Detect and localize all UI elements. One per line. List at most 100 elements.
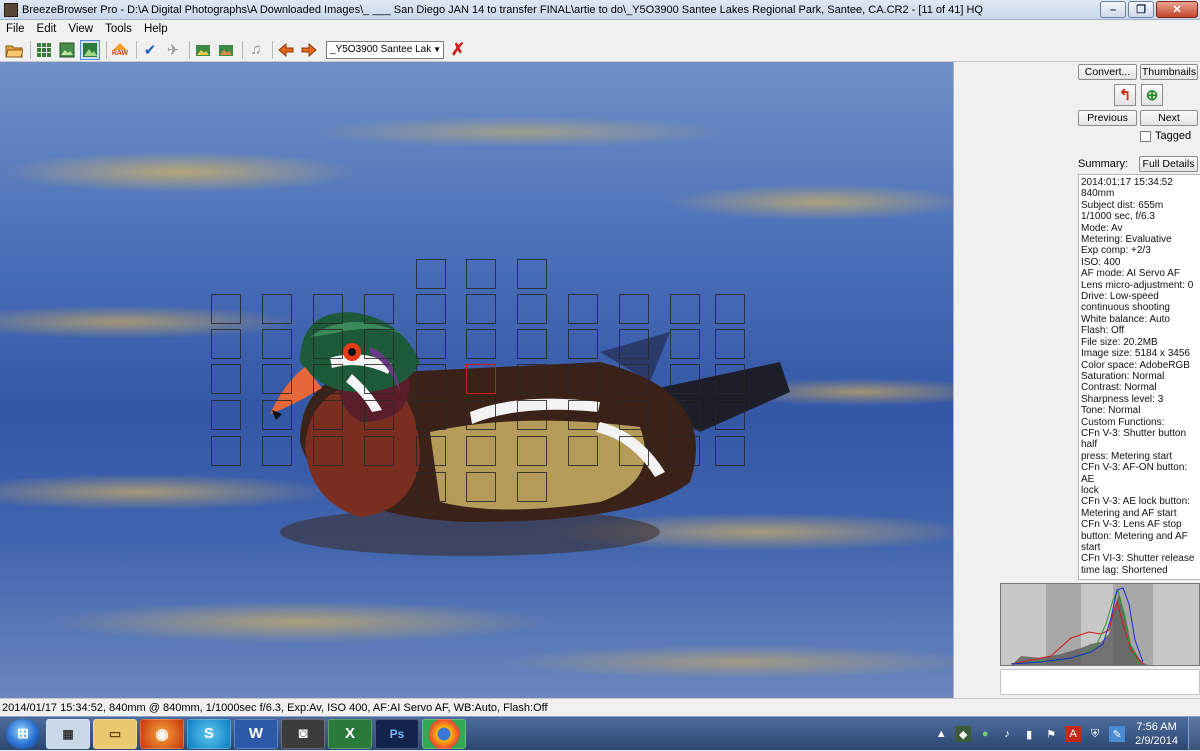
tagged-checkbox[interactable]: Tagged xyxy=(1140,130,1191,142)
af-point xyxy=(364,294,394,324)
af-point xyxy=(416,400,446,430)
toolbar: RAW ✔ ✈ ♫ _Y5O3900 Santee Lak ▼ ✗ xyxy=(0,38,1200,62)
next-button[interactable]: Next xyxy=(1140,110,1198,126)
af-point xyxy=(364,400,394,430)
af-point-active xyxy=(466,364,496,394)
menu-help[interactable]: Help xyxy=(138,23,174,35)
toolbar-separator xyxy=(106,40,107,59)
close-button[interactable]: ✕ xyxy=(1156,1,1198,18)
firefox-icon[interactable]: ◉ xyxy=(140,718,184,749)
af-point xyxy=(211,329,241,359)
file-select[interactable]: _Y5O3900 Santee Lak ▼ xyxy=(326,40,444,59)
af-point xyxy=(262,364,292,394)
previous-arrow-icon[interactable]: ↰ xyxy=(1114,84,1136,106)
exif-line: Mode: Av xyxy=(1081,222,1123,234)
previous-button[interactable]: Previous xyxy=(1078,110,1137,126)
arrow-right-icon[interactable] xyxy=(299,40,319,60)
camera-icon[interactable]: ◙ xyxy=(281,718,325,749)
delete-icon[interactable]: ✗ xyxy=(448,40,468,60)
open-folder-icon[interactable] xyxy=(4,40,24,60)
tray-security-icon[interactable]: ● xyxy=(977,726,993,742)
clock[interactable]: 7:56 AM 2/9/2014 xyxy=(1135,720,1178,748)
excel-icon[interactable]: X xyxy=(328,718,372,749)
photoshop-icon[interactable]: Ps xyxy=(375,718,419,749)
exif-line: White balance: Auto xyxy=(1081,313,1170,325)
file-select-value: _Y5O3900 Santee Lak xyxy=(330,44,432,55)
volume-icon[interactable]: ♪ xyxy=(999,726,1015,742)
thumbnails-button[interactable]: Thumbnails xyxy=(1140,64,1198,80)
af-point xyxy=(568,329,598,359)
af-point xyxy=(619,294,649,324)
chrome-icon[interactable] xyxy=(422,718,466,749)
af-point xyxy=(517,472,547,502)
title-bar: BreezeBrowser Pro - D:\A Digital Photogr… xyxy=(0,0,1200,20)
tray-app-icon[interactable]: ◆ xyxy=(955,726,972,742)
tagged-label: Tagged xyxy=(1155,130,1192,142)
menu-edit[interactable]: Edit xyxy=(31,23,63,35)
af-point xyxy=(715,329,745,359)
exif-line: Drive: Low-speed xyxy=(1081,291,1159,303)
image-viewer[interactable] xyxy=(0,62,953,698)
exif-line: Exp comp: +2/3 xyxy=(1081,245,1151,257)
word-icon[interactable]: W xyxy=(234,718,278,749)
tray-tool-icon[interactable]: ✎ xyxy=(1109,726,1126,742)
af-point xyxy=(466,400,496,430)
network-icon[interactable]: ▮ xyxy=(1021,726,1037,742)
show-desktop-button[interactable] xyxy=(1188,717,1200,751)
status-bar: 2014/01/17 15:34:52, 840mm @ 840mm, 1/10… xyxy=(0,698,1200,716)
af-point xyxy=(466,329,496,359)
af-point xyxy=(517,436,547,466)
af-point xyxy=(466,259,496,289)
image-right-icon[interactable] xyxy=(216,40,236,60)
untag-icon[interactable]: ✈ xyxy=(163,40,183,60)
af-point xyxy=(313,400,343,430)
tag-check-icon[interactable]: ✔ xyxy=(140,40,160,60)
image-view-icon[interactable] xyxy=(80,39,100,60)
convert-button[interactable]: Convert... xyxy=(1078,64,1137,80)
exif-line: File size: 20.2MB xyxy=(1081,336,1158,348)
toolbar-separator xyxy=(189,40,190,59)
exif-line: Tone: Normal xyxy=(1081,405,1141,417)
af-point xyxy=(619,436,649,466)
menu-view[interactable]: View xyxy=(62,23,99,35)
next-arrow-icon[interactable]: ⊕ xyxy=(1141,84,1163,106)
tray-shield-icon[interactable]: ⛨ xyxy=(1087,726,1103,742)
maximize-button[interactable]: ❐ xyxy=(1128,1,1154,18)
arrow-left-icon[interactable] xyxy=(276,40,296,60)
menu-tools[interactable]: Tools xyxy=(99,23,138,35)
start-button[interactable]: ⊞ xyxy=(6,718,40,749)
tray-expand-icon[interactable]: ▲ xyxy=(933,726,949,742)
status-text: 2014/01/17 15:34:52, 840mm @ 840mm, 1/10… xyxy=(2,701,548,714)
calculator-icon[interactable]: ▦ xyxy=(46,718,90,749)
music-icon[interactable]: ♫ xyxy=(246,40,266,60)
exif-line: CFn V-3: Shutter button half xyxy=(1081,427,1187,451)
summary-label: Summary: xyxy=(1078,158,1129,170)
minimize-button[interactable]: – xyxy=(1100,1,1126,18)
af-point xyxy=(262,329,292,359)
clock-time: 7:56 AM xyxy=(1136,721,1177,733)
af-point xyxy=(466,294,496,324)
af-point xyxy=(715,400,745,430)
af-point xyxy=(715,436,745,466)
action-center-icon[interactable]: ⚑ xyxy=(1043,726,1059,742)
explorer-icon[interactable]: ▭ xyxy=(93,718,137,749)
menu-file[interactable]: File xyxy=(0,23,31,35)
af-point xyxy=(670,364,700,394)
tray-adobe-icon[interactable]: A xyxy=(1065,726,1082,742)
thumbnails-preview-icon[interactable] xyxy=(57,40,77,60)
full-details-button[interactable]: Full Details xyxy=(1139,156,1198,172)
skype-icon[interactable]: S xyxy=(187,718,231,749)
exif-line: 840mm xyxy=(1081,188,1115,200)
af-point xyxy=(416,364,446,394)
exif-line: Custom Functions: xyxy=(1081,416,1165,428)
exif-line: AF mode: AI Servo AF xyxy=(1081,268,1180,280)
thumbnails-grid-icon[interactable] xyxy=(34,40,54,60)
checkbox-box[interactable] xyxy=(1140,130,1151,142)
exif-line: 2014:01:17 15:34:52 xyxy=(1081,177,1173,188)
menu-bar: File Edit View Tools Help xyxy=(0,20,1200,38)
raw-icon[interactable]: RAW xyxy=(110,40,130,60)
exif-line: continuous shooting xyxy=(1081,302,1170,314)
image-left-icon[interactable] xyxy=(193,40,213,60)
clock-date: 2/9/2014 xyxy=(1135,735,1178,747)
toolbar-separator xyxy=(30,40,31,59)
